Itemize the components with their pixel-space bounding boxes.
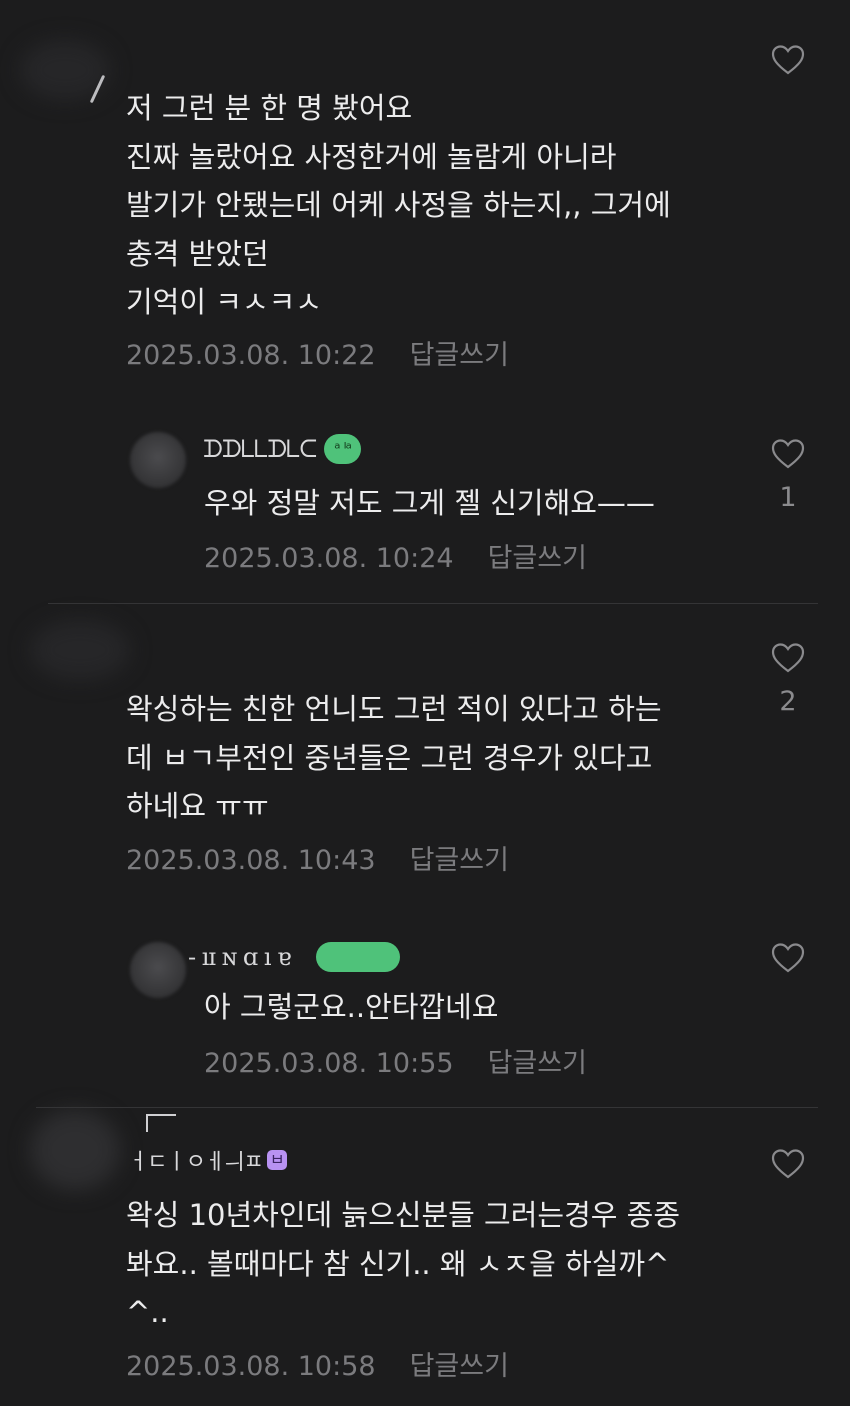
nickname-text: ㅓㄷㅣㅇㅔㅢㅍ (128, 1150, 264, 1175)
member-badge: ㅂ (266, 1150, 287, 1170)
nickname-text: - ıɪ ɴ ɑ ı ɐ (188, 943, 291, 971)
comment-date: 2025.03.08. 10:22 (126, 340, 376, 371)
heart-outline-icon (771, 1149, 805, 1179)
member-badge: ᵃ ᴵᵃ (324, 434, 361, 464)
like-button[interactable] (771, 44, 805, 76)
like-button[interactable] (771, 642, 805, 674)
avatar (130, 432, 186, 488)
comment-line: 왁싱 10년차인데 늙으신분들 그러는경우 종종 (126, 1198, 681, 1232)
avatar (130, 942, 186, 998)
comment-text: 왁싱 10년차인데 늙으신분들 그러는경우 종종 봐요.. 볼때마다 참 신기.… (126, 1191, 680, 1337)
comment-text: 저 그런 분 한 명 봤어요 진짜 놀랐어요 사정한거에 놀람게 아니라 발기가… (126, 84, 671, 327)
reply-item: - ıɪ ɴ ɑ ı ɐ 아 그렇군요..안타깝네요 2025.03.08. 1… (0, 904, 850, 1104)
reply-button[interactable]: 답글쓰기 (488, 1048, 587, 1079)
comment-item: 왁싱하는 친한 언니도 그런 적이 있다고 하는 데 ㅂㄱ부전인 중년들은 그런… (0, 604, 850, 904)
comment-meta: 2025.03.08. 10:55 답글쓰기 (204, 1041, 587, 1080)
comment-meta: 2025.03.08. 10:43 답글쓰기 (126, 838, 509, 877)
heart-outline-icon (771, 439, 805, 469)
comment-line: 충격 받았던 (126, 236, 269, 271)
like-count: 1 (779, 482, 797, 513)
comment-line: 기억이 ㅋㅅㅋㅅ (126, 285, 322, 319)
comment-text: 왁싱하는 친한 언니도 그런 적이 있다고 하는 데 ㅂㄱ부전인 중년들은 그런… (126, 685, 662, 831)
comment-item: ㅓㄷㅣㅇㅔㅢㅍ ㅂ 왁싱 10년차인데 늙으신분들 그러는경우 종종 봐요.. … (0, 1108, 850, 1406)
comment-item: 저 그런 분 한 명 봤어요 진짜 놀랐어요 사정한거에 놀람게 아니라 발기가… (0, 0, 850, 400)
comment-line: 저 그런 분 한 명 봤어요 (126, 91, 413, 125)
heart-outline-icon (771, 943, 805, 973)
comment-line: 하네요 ㅠㅠ (126, 789, 269, 823)
reply-button[interactable]: 답글쓰기 (410, 845, 509, 876)
nickname[interactable]: ᗪᗪᒪᒪᗪᒪᑕ ᵃ ᴵᵃ (203, 432, 361, 466)
comment-meta: 2025.03.08. 10:24 답글쓰기 (204, 536, 587, 575)
comment-line: ^.. (126, 1295, 169, 1329)
comment-text: 아 그렇군요..안타깝네요 (204, 983, 498, 1032)
nickname[interactable]: - ıɪ ɴ ɑ ı ɐ (188, 940, 401, 974)
comment-text: 우와 정말 저도 그게 젤 신기해요—— (204, 479, 655, 528)
like-button[interactable] (771, 942, 805, 974)
comment-date: 2025.03.08. 10:43 (126, 845, 376, 876)
reply-button[interactable]: 답글쓰기 (488, 543, 587, 574)
comment-line: 진짜 놀랐어요 사정한거에 놀람게 아니라 (126, 139, 617, 174)
comment-line: 발기가 안됐는데 어케 사정을 하는지,, 그거에 (126, 188, 671, 222)
heart-outline-icon (771, 643, 805, 673)
comment-line: 데 ㅂㄱ부전인 중년들은 그런 경우가 있다고 (126, 740, 653, 775)
reply-item: ᗪᗪᒪᒪᗪᒪᑕ ᵃ ᴵᵃ 우와 정말 저도 그게 젤 신기해요—— 2025.0… (0, 400, 850, 600)
nickname[interactable]: ㅓㄷㅣㅇㅔㅢㅍ ㅂ (128, 1143, 287, 1177)
like-button[interactable] (771, 438, 805, 470)
heart-outline-icon (771, 45, 805, 75)
nick-mark (146, 1114, 176, 1132)
comment-line: 우와 정말 저도 그게 젤 신기해요—— (204, 486, 655, 520)
pen-mark (89, 74, 106, 104)
like-button[interactable] (771, 1148, 805, 1180)
comment-line: 봐요.. 볼때마다 참 신기.. 왜 ㅅㅈ을 하실까^ (126, 1246, 670, 1281)
like-count: 2 (779, 686, 797, 717)
member-badge (316, 942, 401, 972)
comment-date: 2025.03.08. 10:58 (126, 1351, 376, 1382)
comment-meta: 2025.03.08. 10:22 답글쓰기 (126, 333, 509, 372)
comment-date: 2025.03.08. 10:55 (204, 1048, 454, 1079)
comment-date: 2025.03.08. 10:24 (204, 543, 454, 574)
reply-button[interactable]: 답글쓰기 (410, 1351, 509, 1382)
comment-line: 왁싱하는 친한 언니도 그런 적이 있다고 하는 (126, 692, 662, 726)
comment-line: 아 그렇군요..안타깝네요 (204, 990, 499, 1024)
nickname-text: ᗪᗪᒪᒪᗪᒪᑕ (203, 435, 317, 463)
comment-meta: 2025.03.08. 10:58 답글쓰기 (126, 1344, 509, 1383)
reply-button[interactable]: 답글쓰기 (410, 340, 509, 371)
